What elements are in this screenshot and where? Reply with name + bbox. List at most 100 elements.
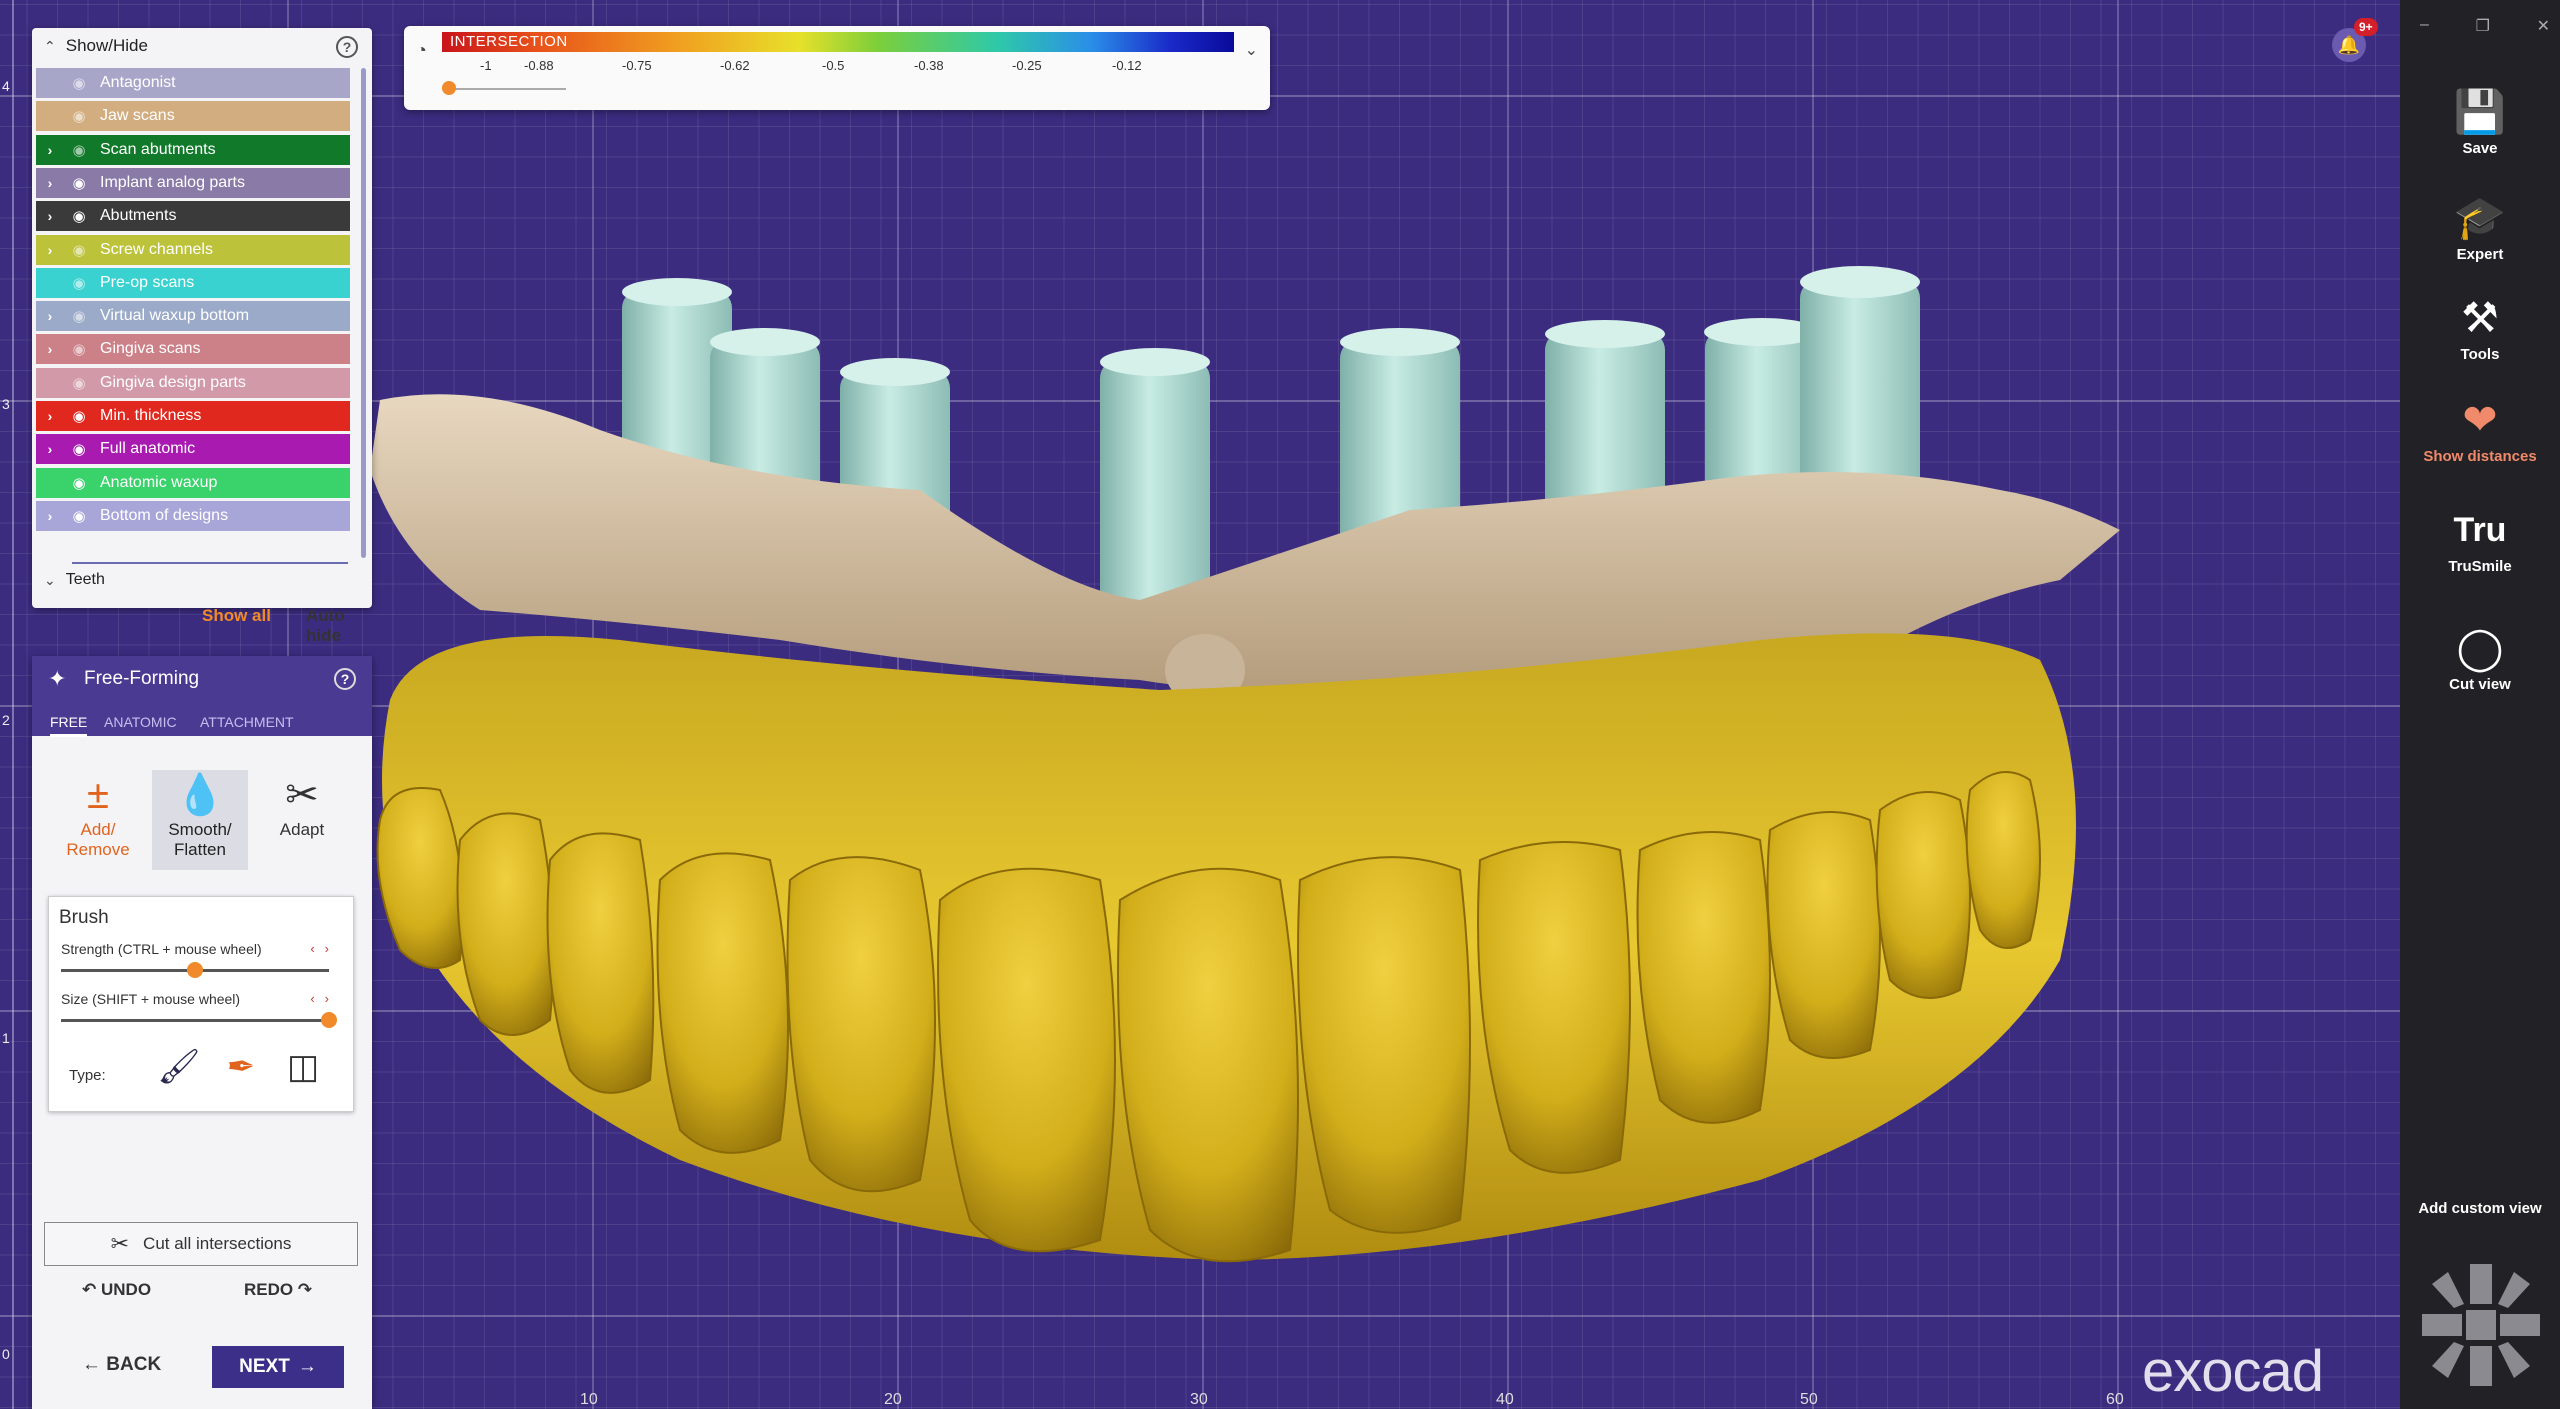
threshold-slider[interactable] [442,81,566,95]
eye-icon[interactable]: ◉ [64,207,94,225]
eye-off-icon[interactable]: ◉ [64,307,94,325]
eye-icon[interactable]: ◉ [64,174,94,192]
layer-row[interactable]: › ◉ Bottom of designs [36,500,350,531]
scale-tick: -0.12 [1112,58,1142,73]
cylinder-icon[interactable]: ◫ [279,1047,327,1095]
chevron-up-icon[interactable]: ⌃ [44,38,56,55]
chevron-down-icon[interactable]: ⌄ [44,572,56,589]
chevron-right-icon[interactable]: › [36,142,64,158]
strength-slider[interactable] [61,962,329,978]
cut-view-button[interactable]: ◯ Cut view [2400,620,2560,693]
undo-label: UNDO [100,1280,152,1299]
layer-row[interactable]: ◉ Jaw scans [36,101,350,132]
toolbar-label: Show distances [2423,448,2537,465]
toolbar-label: Tools [2460,346,2500,363]
add-remove-tool[interactable]: ± Add/ Remove [50,770,146,870]
eye-icon[interactable]: ◉ [64,507,94,525]
gauge-icon[interactable]: ◔ [416,40,427,61]
back-button[interactable]: ← BACK [82,1354,161,1376]
layer-row[interactable]: › ◉ Abutments [36,201,350,232]
eye-off-icon[interactable]: ◉ [64,141,94,159]
layer-row[interactable]: › ◉ Implant analog parts [36,167,350,198]
layer-row[interactable]: ◉ Pre-op scans [36,267,350,298]
strength-slider-thumb[interactable] [187,962,203,978]
layer-row[interactable]: › ◉ Screw channels [36,234,350,265]
smooth-flatten-tool[interactable]: 💧 Smooth/ Flatten [152,770,248,870]
layer-label: Screw channels [100,240,213,258]
add-custom-view-button[interactable]: Add custom view [2400,1200,2560,1217]
tab-attachment[interactable]: ATTACHMENT [200,714,294,730]
chevron-right-icon[interactable]: › [36,308,64,324]
size-arrows[interactable]: ‹› [310,991,339,1006]
scrollbar[interactable] [361,68,366,558]
chevron-right-icon[interactable]: › [36,441,64,457]
eye-off-icon[interactable]: ◉ [64,374,94,392]
strength-arrows[interactable]: ‹› [310,941,339,956]
minimize-icon[interactable]: – [2420,16,2429,36]
eye-icon[interactable]: ◉ [64,407,94,425]
wide-brush-icon[interactable]: 🖌 [155,1047,203,1095]
layer-row[interactable]: › ◉ Min. thickness [36,401,350,431]
tab-anatomic[interactable]: ANATOMIC [104,714,177,730]
show-hide-header[interactable]: ⌃ Show/Hide ? [32,28,372,64]
ruler-tick: 2 [2,712,10,728]
show-all-button[interactable]: Show all [202,606,271,626]
size-slider-thumb[interactable] [321,1012,337,1028]
dental-model[interactable] [360,260,2240,1320]
scale-tick: -0.62 [720,58,750,73]
chevron-right-icon[interactable]: › [36,242,64,258]
chevron-right-icon[interactable]: › [36,175,64,191]
chevron-right-icon[interactable]: › [36,208,64,224]
tools-button[interactable]: ⚒ Tools [2400,290,2560,363]
undo-button[interactable]: ↶ UNDO [82,1280,151,1300]
threshold-slider-thumb[interactable] [442,81,456,95]
fine-brush-icon[interactable]: ✒ [217,1047,265,1095]
adapt-tool[interactable]: ✂ Adapt [254,770,350,870]
toolbar-label: Save [2462,140,2498,157]
brush-title: Brush [59,907,109,928]
layer-row[interactable]: › ◉ Full anatomic [36,434,350,465]
brush-settings: Brush Strength (CTRL + mouse wheel) ‹› S… [48,896,354,1112]
layer-row[interactable]: ◉ Anatomic waxup [36,467,350,498]
help-icon[interactable]: ? [334,668,356,690]
teeth-label: Teeth [65,571,105,588]
help-icon[interactable]: ? [336,36,358,58]
next-button[interactable]: NEXT → [212,1346,344,1388]
chevron-right-icon[interactable]: › [36,408,64,424]
layer-label: Bottom of designs [100,506,229,524]
layer-row[interactable]: ◉ Antagonist [36,68,350,98]
scale-tick: -0.88 [524,58,554,73]
ruler-tick: 3 [2,396,10,412]
restore-icon[interactable]: ❐ [2476,16,2490,36]
exocad-logo: exocad [2142,1339,2324,1404]
layer-row[interactable]: › ◉ Gingiva scans [36,334,350,365]
size-slider[interactable] [61,1012,337,1028]
back-label: BACK [106,1354,162,1375]
view-orientation-icon[interactable] [2418,1258,2544,1392]
eye-icon[interactable]: ◉ [64,440,94,458]
eye-icon[interactable]: ◉ [64,474,94,492]
chevron-down-icon[interactable]: ⌄ [1245,40,1258,60]
eye-off-icon[interactable]: ◉ [64,74,94,92]
plus-minus-icon: ± [87,773,109,817]
layer-row[interactable]: › ◉ Scan abutments [36,134,350,165]
layer-row[interactable]: › ◉ Virtual waxup bottom [36,301,350,332]
layer-row[interactable]: ◉ Gingiva design parts [36,367,350,398]
eye-off-icon[interactable]: ◉ [64,274,94,292]
chevron-right-icon[interactable]: › [36,341,64,357]
eye-off-icon[interactable]: ◉ [64,340,94,358]
close-icon[interactable]: ✕ [2537,16,2550,36]
chevron-right-icon[interactable]: › [36,508,64,524]
show-distances-button[interactable]: ❤ Show distances [2400,392,2560,465]
cut-all-intersections-button[interactable]: ✂ Cut all intersections [44,1222,358,1266]
tab-free[interactable]: FREE [50,714,88,737]
teeth-section[interactable]: ⌄ Teeth [44,571,105,589]
redo-button[interactable]: REDO ↷ [244,1280,312,1300]
trusmile-button[interactable]: Tru TruSmile [2400,502,2560,575]
strength-label: Strength (CTRL + mouse wheel) [61,941,262,957]
eye-off-icon[interactable]: ◉ [64,107,94,125]
save-button[interactable]: 💾 Save [2400,84,2560,157]
auto-hide-button[interactable]: Auto hide [306,606,372,646]
eye-off-icon[interactable]: ◉ [64,241,94,259]
expert-button[interactable]: 🎓 Expert [2400,190,2560,263]
